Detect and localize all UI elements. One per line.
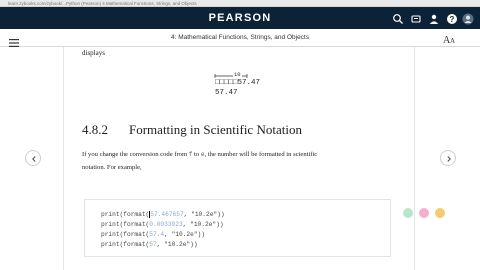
paragraph-text: If you change the conversion code from (82, 151, 188, 158)
avatar[interactable] (462, 12, 474, 25)
code-example[interactable]: print(format(57.467657, "10.2e")) print(… (84, 199, 391, 257)
next-page-button[interactable] (440, 150, 456, 166)
intro-text: displays (82, 49, 105, 57)
svg-text:?: ? (450, 15, 455, 24)
top-bar: PEARSON ? (0, 7, 480, 29)
paragraph-text: to (194, 151, 200, 158)
code-line[interactable]: print(format(57, "10.2e")) (101, 241, 198, 248)
prev-page-button[interactable] (25, 150, 41, 166)
chapter-header: 4: Mathematical Functions, Strings, and … (0, 29, 480, 47)
help-icon[interactable]: ? (446, 12, 458, 24)
notifications-icon[interactable] (410, 12, 422, 24)
section-title: Formatting in Scientific Notation (129, 122, 302, 137)
paragraph-line-1: If you change the conversion code from f… (82, 151, 317, 158)
chapter-title: 4: Mathematical Functions, Strings, and … (170, 34, 309, 41)
address-url[interactable]: learn.zybooks.com/zybook/...Python (Pear… (8, 0, 197, 7)
brand-logo: PEARSON (208, 12, 272, 24)
figure-line-2: 57.47 (215, 89, 238, 97)
width-label: 10 (233, 71, 242, 78)
browser-address-bar[interactable]: learn.zybooks.com/zybook/...Python (Pear… (0, 0, 480, 7)
highlight-green-button[interactable] (403, 208, 413, 218)
section-number: 4.8.2 (82, 122, 108, 137)
search-icon[interactable] (392, 12, 404, 24)
figure-line-1: □□□□□57.47 (215, 79, 261, 87)
code-line[interactable]: print(format(57.4, "10.2e")) (101, 231, 205, 238)
font-size-icon[interactable]: AA (443, 32, 457, 50)
highlight-pink-button[interactable] (419, 208, 429, 218)
paragraph-line-2: notation. For example, (82, 164, 142, 171)
inline-code: f (188, 151, 193, 158)
code-line[interactable]: print(format(0.0033923, "10.2e")) (101, 221, 224, 228)
paragraph-text: , the number will be formatted in scient… (204, 151, 318, 158)
user-icon[interactable] (428, 12, 440, 24)
code-line[interactable]: print(format(57.467657, "10.2e")) (101, 211, 225, 218)
svg-text:A: A (450, 37, 455, 45)
highlight-yellow-button[interactable] (435, 208, 445, 218)
width-indicator (214, 74, 248, 78)
